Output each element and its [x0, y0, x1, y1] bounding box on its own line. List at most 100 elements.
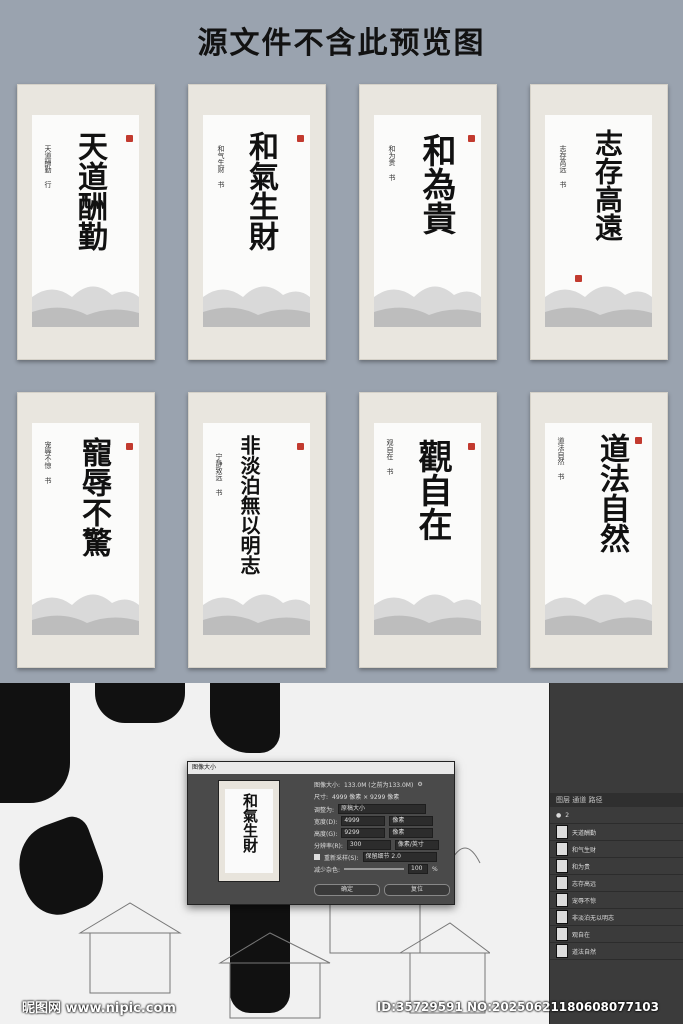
scroll-sheet: 觀自在 观自在 书: [374, 423, 481, 635]
layer-name: 和为贵: [572, 863, 591, 871]
noise-slider[interactable]: [344, 868, 405, 870]
mountain-illustration: [545, 286, 652, 327]
scroll-sheet: 天道酬勤 天道酬勤 行: [32, 115, 139, 327]
layer-row[interactable]: 宠辱不惊: [550, 892, 683, 909]
layer-thumbnail: [556, 927, 568, 941]
mountain-illustration: [203, 286, 310, 327]
reset-button[interactable]: 复位: [384, 884, 450, 896]
scroll-2: 和氣生財 和气生财 书: [188, 84, 326, 360]
scroll-side-text: 宁静致远 书: [215, 453, 223, 496]
layer-row[interactable]: ● 2: [550, 807, 683, 824]
layer-row[interactable]: 和为贵: [550, 858, 683, 875]
seal-stamp: [297, 443, 304, 450]
layers-panel: 图层 通道 路径 ● 2 天道酬勤 和气生财 和为贵 志存高远 宠辱不惊 非淡泊无…: [549, 683, 683, 1024]
scroll-sheet: 非淡泊無以明志 宁静致远 书: [203, 423, 310, 635]
layer-name: 天道酬勤: [572, 829, 597, 837]
detail-preview: 图像大小 和氣生財 图像大小: 133.0M (之前为133.0M) ⚙ 尺寸:…: [0, 683, 683, 1024]
seal-stamp: [297, 135, 304, 142]
mountain-illustration: [32, 286, 139, 327]
dialog-title: 图像大小: [188, 762, 454, 774]
ink-stroke: [0, 683, 70, 803]
layer-row[interactable]: 非淡泊无以明志: [550, 909, 683, 926]
dimensions-label: 尺寸:: [314, 794, 329, 801]
noise-row: 减少杂色: 100 %: [314, 864, 438, 874]
layer-name: 志存高远: [572, 880, 597, 888]
seal-stamp: [126, 135, 133, 142]
scroll-side-text: 和气生财 书: [217, 145, 225, 188]
scroll-side-text: 道法自然 书: [557, 437, 565, 480]
scroll-side-text: 宠辱不惊 书: [44, 441, 52, 484]
ok-button[interactable]: 确定: [314, 884, 380, 896]
layer-thumbnail: [556, 944, 568, 958]
height-unit-select[interactable]: 像素: [389, 828, 434, 838]
scroll-8: 道法自然 道法自然 书: [530, 392, 668, 668]
gear-icon[interactable]: ⚙: [417, 781, 422, 788]
width-unit-select[interactable]: 像素: [389, 816, 434, 826]
scroll-side-text: 观自在 书: [386, 439, 394, 475]
preview-gallery: 源文件不含此预览图 天道酬勤 天道酬勤 行 和氣生財 和气生财 书 和為貴 和为…: [0, 0, 683, 683]
layer-row[interactable]: 道法自然: [550, 943, 683, 960]
scroll-sheet: 寵辱不驚 宠辱不惊 书: [32, 423, 139, 635]
mountain-illustration: [374, 594, 481, 635]
layer-thumbnail: [556, 893, 568, 907]
layers-tabs[interactable]: 图层 通道 路径: [550, 793, 683, 807]
layer-name: 道法自然: [572, 948, 597, 956]
scroll-6: 非淡泊無以明志 宁静致远 书: [188, 392, 326, 668]
resample-label: 重新采样(S):: [324, 854, 359, 862]
dialog-preview-thumbnail: 和氣生財: [218, 780, 280, 882]
noise-input[interactable]: 100: [408, 864, 429, 874]
height-input[interactable]: 9299: [341, 828, 386, 838]
scroll-1: 天道酬勤 天道酬勤 行: [17, 84, 155, 360]
layer-row[interactable]: 天道酬勤: [550, 824, 683, 841]
scroll-sheet: 道法自然 道法自然 书: [545, 423, 652, 635]
dimensions-value: 4999 像素 × 9299 像素: [332, 794, 400, 801]
fit-label: 调整为:: [314, 806, 335, 814]
layer-name: 宠辱不惊: [572, 897, 597, 905]
scroll-4: 志存高遠 志存高远 书: [530, 84, 668, 360]
resample-row: 重新采样(S): 保留细节 2.0: [314, 852, 437, 862]
mountain-illustration: [545, 594, 652, 635]
scroll-side-text: 和为贵 书: [388, 145, 396, 181]
resolution-input[interactable]: 300: [346, 840, 391, 850]
scroll-7: 觀自在 观自在 书: [359, 392, 497, 668]
layer-name: 观自在: [572, 931, 591, 939]
layer-row[interactable]: 观自在: [550, 926, 683, 943]
scroll-sheet: 和為貴 和为贵 书: [374, 115, 481, 327]
preview-text: 和氣生財: [241, 793, 259, 853]
height-label: 高度(G):: [314, 830, 338, 838]
banner: 源文件不含此预览图: [0, 0, 683, 80]
watermark-left: 昵图网 www.nipic.com: [22, 1001, 176, 1016]
image-size-label: 图像大小:: [314, 782, 341, 789]
fit-row: 调整为: 原稿大小: [314, 804, 427, 814]
layer-thumbnail: [556, 825, 568, 839]
layer-row[interactable]: 和气生财: [550, 841, 683, 858]
mountain-illustration: [203, 594, 310, 635]
watermark-right: ID:35729591 NO:20250621180608077103: [376, 1000, 659, 1014]
seal-stamp: [126, 443, 133, 450]
fit-select[interactable]: 原稿大小: [338, 804, 427, 814]
layer-row[interactable]: 志存高远: [550, 875, 683, 892]
resolution-row: 分辨率(R): 300 像素/英寸: [314, 840, 439, 850]
layer-thumbnail: [556, 842, 568, 856]
height-row: 高度(G): 9299 像素: [314, 828, 434, 838]
width-row: 宽度(D): 4999 像素: [314, 816, 434, 826]
dimensions-row: 尺寸: 4999 像素 × 9299 像素: [314, 792, 399, 801]
layer-thumbnail: [556, 910, 568, 924]
eye-icon[interactable]: ●: [556, 812, 561, 819]
preview-sheet: 和氣生財: [225, 789, 273, 873]
image-size-value: 133.0M (之前为133.0M): [344, 782, 414, 789]
scroll-sheet: 和氣生財 和气生财 书: [203, 115, 310, 327]
resample-checkbox[interactable]: [314, 854, 320, 860]
layer-name: 和气生财: [572, 846, 597, 854]
resolution-unit-select[interactable]: 像素/英寸: [394, 840, 439, 850]
seal-stamp: [468, 443, 475, 450]
image-size-dialog: 图像大小 和氣生財 图像大小: 133.0M (之前为133.0M) ⚙ 尺寸:…: [187, 761, 455, 905]
resample-select[interactable]: 保留细节 2.0: [362, 852, 437, 862]
noise-label: 减少杂色:: [314, 866, 341, 874]
mountain-illustration: [374, 286, 481, 327]
width-input[interactable]: 4999: [341, 816, 386, 826]
scroll-side-text: 志存高远 书: [559, 145, 567, 188]
resolution-label: 分辨率(R):: [314, 842, 343, 850]
ink-stroke: [210, 683, 280, 753]
seal-stamp: [468, 135, 475, 142]
